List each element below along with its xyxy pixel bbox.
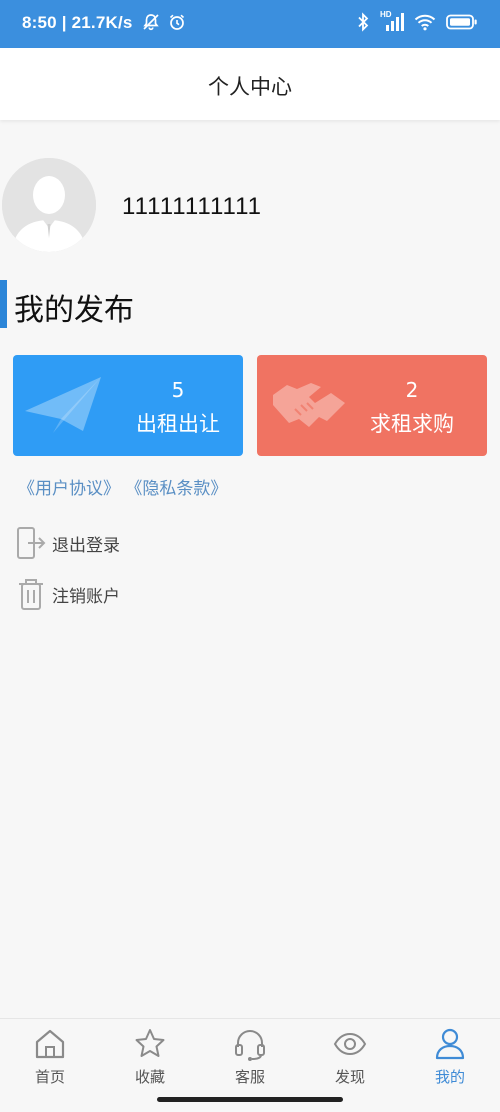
rent-out-label: 出租出让	[136, 412, 220, 436]
privacy-policy-link[interactable]: 《隐私条款》	[125, 479, 227, 499]
trash-icon	[19, 579, 43, 610]
header: 个人中心	[0, 48, 500, 120]
nav-label-mine: 我的	[434, 1068, 465, 1086]
nav-item-discover[interactable]: 发现	[300, 1027, 400, 1087]
nav-label-home: 首页	[34, 1068, 65, 1086]
rent-out-card[interactable]: 5 出租出让	[13, 355, 243, 456]
nav-label-service: 客服	[234, 1068, 265, 1086]
status-time: 8:50 | 21.7K/s	[22, 13, 186, 33]
status-time-speed: 8:50 | 21.7K/s	[22, 13, 133, 32]
want-to-rent-card[interactable]: 2 求租求购	[257, 355, 487, 456]
paper-plane-icon	[25, 377, 101, 433]
wifi-icon	[414, 14, 436, 31]
logout-icon	[17, 527, 46, 559]
page-title: 个人中心	[208, 75, 292, 99]
status-icons: HD	[356, 10, 478, 32]
nav-label-discover: 发现	[334, 1068, 365, 1086]
headset-icon	[235, 1030, 265, 1061]
battery-icon	[446, 14, 477, 30]
avatar[interactable]	[2, 158, 96, 252]
logout-label: 退出登录	[52, 535, 120, 556]
mute-icon	[142, 14, 159, 31]
delete-account-button[interactable]: 注销账户	[16, 576, 120, 612]
home-icon	[35, 1029, 65, 1059]
want-to-rent-count: 2	[405, 378, 419, 402]
user-agreement-link[interactable]: 《用户协议》	[18, 479, 120, 499]
default-avatar-icon	[2, 158, 96, 252]
eye-icon	[333, 1032, 367, 1056]
section-title: 我的发布	[14, 293, 134, 328]
agreement-links: 《用户协议》 《隐私条款》	[18, 474, 227, 499]
signal-icon: HD	[380, 10, 404, 32]
want-to-rent-label: 求租求购	[370, 412, 454, 436]
username: 11111111111	[122, 193, 263, 220]
nav-item-home[interactable]: 首页	[0, 1027, 100, 1087]
bluetooth-icon	[358, 12, 369, 32]
home-indicator[interactable]	[157, 1097, 343, 1102]
nav-item-favorites[interactable]: 收藏	[100, 1027, 200, 1087]
logout-button[interactable]: 退出登录	[16, 525, 120, 561]
section-accent-bar	[0, 280, 7, 328]
nav-item-mine[interactable]: 我的	[400, 1027, 500, 1087]
user-icon	[435, 1028, 465, 1060]
alarm-icon	[170, 14, 185, 30]
handshake-icon	[273, 383, 345, 427]
delete-account-label: 注销账户	[52, 586, 120, 607]
status-bar: 8:50 | 21.7K/s HD	[0, 0, 500, 48]
nav-item-service[interactable]: 客服	[200, 1027, 300, 1087]
star-icon	[135, 1029, 165, 1057]
rent-out-count: 5	[171, 378, 185, 402]
nav-label-favorites: 收藏	[134, 1068, 165, 1086]
